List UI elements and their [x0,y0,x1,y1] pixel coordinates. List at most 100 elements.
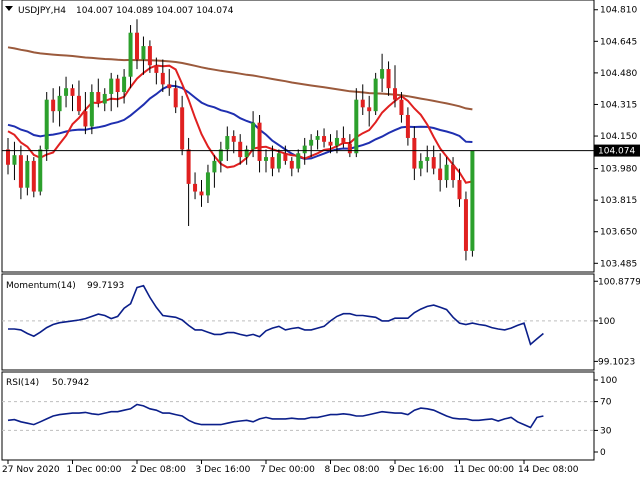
candle-body [147,46,152,66]
candle-body [70,88,75,96]
price-tick-label: 104.150 [600,132,637,142]
candle-body [180,107,185,150]
candle-body [218,149,223,161]
candle-body [38,149,43,192]
rsi-tick-label: 0 [600,448,606,458]
rsi-axis: 100 70 30 0 [594,376,617,458]
candle-body [128,32,133,77]
time-axis: 27 Nov 2020 1 Dec 00:00 2 Dec 08:00 3 Dec 1… [2,460,579,475]
candle-body [18,155,23,188]
candle-body [283,153,288,161]
price-tick-label: 104.315 [600,100,637,110]
candle-body [367,107,372,112]
candle-body [231,136,236,142]
main-panel-border [1,0,595,273]
candle-body [57,95,62,112]
candle-body [141,46,146,60]
candle-body [212,160,217,173]
candle-body [431,157,436,169]
candle-body [412,137,417,169]
candle-body [341,137,346,144]
price-tick-label: 103.815 [600,196,637,206]
candle-body [405,114,410,138]
candle-body [160,72,165,85]
candle-body [264,157,268,161]
candle-body [12,155,17,165]
candle-body [444,164,449,181]
candle-body [64,88,69,96]
candle-body [102,93,107,104]
time-tick-label: 27 Nov 2020 [2,465,60,475]
momentum-panel: Momentum(14) 99.7193 [1,273,595,371]
candle-body [89,92,94,127]
candle-body [270,157,275,169]
candle-body [193,183,198,192]
rsi-tick-label: 100 [600,376,617,386]
candle-body [289,160,294,169]
candle-body [373,78,378,112]
candle-body [386,69,391,89]
candle-body [205,172,210,196]
candle-body [238,141,243,158]
price-tick-label: 104.645 [600,37,637,47]
candle-body [309,139,314,146]
candle-body [380,69,385,79]
candle-body [328,141,333,146]
candle-body [199,191,204,196]
candle-body [457,180,462,200]
candle-body [51,99,56,112]
candle-body [115,78,120,93]
candle-body [251,122,256,150]
rsi-name: RSI(14) [6,378,39,388]
momentum-tick-label: 100.8779 [598,277,640,287]
candle-body [418,160,423,169]
momentum-axis: 100.8779 100 99.1023 [594,277,640,367]
rsi-value: 50.7942 [52,378,89,388]
main-price-panel: USDJPY,H4 104.007 104.089 104.007 104.07… [1,0,595,273]
candle-body [354,99,359,154]
candle-body [334,137,339,146]
price-axis: 104.810 104.645 104.480 104.315 104.150 103.9… [594,6,637,269]
candle-body [109,78,114,94]
chart-symbol-label: USDJPY,H4 [18,6,66,16]
chart-canvas: USDJPY,H4 104.007 104.089 104.007 104.07… [1,0,640,475]
candle-body [257,122,262,161]
candle-body [463,199,468,251]
current-price-tag: 104.074 [594,144,640,157]
candle-body [135,32,139,60]
candle-body [322,136,327,142]
price-tick-label: 104.480 [600,69,637,79]
candle-body [425,157,430,161]
rsi-tick-label: 70 [600,398,612,408]
momentum-value: 99.7193 [87,281,124,291]
time-tick-label: 2 Dec 08:00 [131,465,186,475]
price-tick-label: 103.980 [600,165,637,175]
time-tick-label: 1 Dec 00:00 [67,465,122,475]
candle-body [470,150,475,251]
momentum-tick-label: 99.1023 [598,357,635,367]
momentum-name: Momentum(14) [6,281,76,291]
candle-body [96,92,101,104]
candle-body [122,76,127,93]
candle-body [44,99,49,150]
price-tick-label: 103.650 [600,228,637,238]
candle-body [399,99,404,115]
price-tick-label: 103.485 [600,259,637,269]
current-price-value: 104.074 [598,147,635,157]
candle-body [173,88,178,108]
candle-body [31,160,36,192]
candle-body [83,111,88,127]
candle-body [302,145,307,154]
rsi-panel: RSI(14) 50.7942 [1,371,595,461]
time-tick-label: 9 Dec 16:00 [389,465,444,475]
time-tick-label: 7 Dec 00:00 [260,465,315,475]
time-tick-label: 11 Dec 00:00 [454,465,515,475]
rsi-panel-border [1,371,595,461]
candle-body [315,136,320,140]
candle-body [393,88,397,100]
price-tick-label: 104.810 [600,6,637,16]
candle-body [25,160,30,188]
candle-body [276,153,281,169]
rsi-tick-label: 30 [600,426,612,436]
candle-body [167,84,172,89]
